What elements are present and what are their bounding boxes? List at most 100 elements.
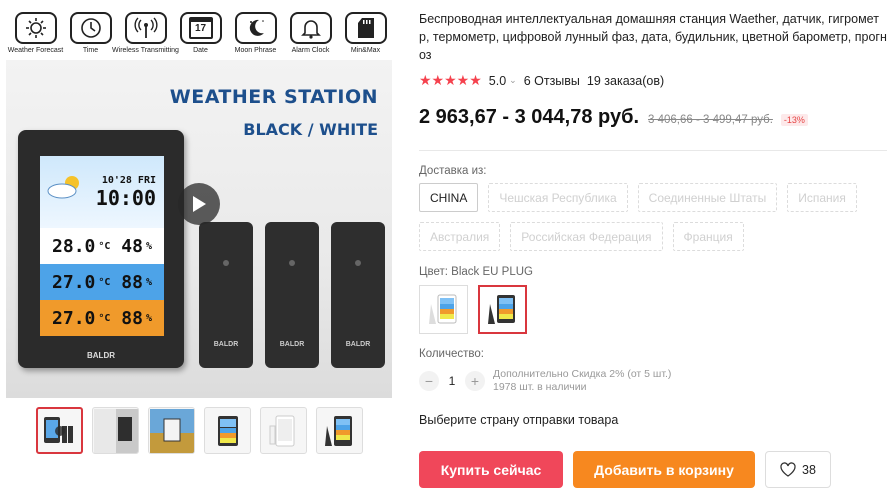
feature-weather-forecast: Weather Forecast bbox=[8, 12, 63, 54]
humidity-value: 48 bbox=[121, 235, 143, 257]
rating-stars: ★★★★★ bbox=[419, 72, 482, 88]
temp-value: 27.0 bbox=[52, 271, 96, 293]
add-to-cart-button[interactable]: Добавить в корзину bbox=[573, 451, 755, 488]
stock-count: 1978 шт. в наличии bbox=[493, 381, 587, 393]
increment-button[interactable]: + bbox=[465, 371, 485, 391]
screen-time: 10:00 bbox=[95, 185, 156, 210]
feature-label: Date bbox=[193, 47, 208, 54]
weather-station-console: 10'28 FRI 10:00 28.0 °C 48% 27.0 °C 88% 27… bbox=[18, 130, 184, 368]
video-play-button[interactable] bbox=[178, 183, 220, 225]
bell-icon bbox=[289, 12, 332, 44]
shipping-options: CHINA Чешская Республика Соединенные Шта… bbox=[419, 183, 887, 261]
current-price: 2 963,67 - 3 044,78 руб. bbox=[419, 106, 640, 128]
divider bbox=[419, 150, 887, 151]
orders-count: 19 заказа(ов) bbox=[586, 73, 665, 88]
sensor-led bbox=[223, 260, 229, 266]
main-product-image[interactable]: WEATHER STATION BLACK / WHITE 10'28 FRI … bbox=[6, 60, 392, 398]
temp-value: 27.0 bbox=[52, 307, 96, 329]
screen-row-1: 27.0 °C 88% bbox=[40, 264, 164, 300]
screen-row-2: 27.0 °C 88% bbox=[40, 300, 164, 336]
feature-label: Time bbox=[82, 47, 99, 54]
moon-icon bbox=[234, 12, 277, 44]
thumbnail-2[interactable] bbox=[92, 407, 139, 454]
color-swatch-white[interactable] bbox=[419, 285, 468, 334]
wishlist-count: 38 bbox=[802, 462, 816, 477]
screen-forecast-row: 10'28 FRI 10:00 bbox=[40, 156, 164, 228]
color-swatches bbox=[419, 285, 533, 334]
calendar-day: 17 bbox=[188, 17, 213, 39]
image-subheadline: BLACK / WHITE bbox=[243, 120, 378, 139]
quantity-info: Дополнительно Скидка 2% (от 5 шт.) 1978 … bbox=[493, 368, 671, 394]
thumbnail-strip bbox=[36, 407, 363, 454]
feature-time: Time bbox=[63, 12, 118, 54]
sensor-brand: BALDR bbox=[279, 341, 305, 348]
image-headline: WEATHER STATION bbox=[169, 86, 378, 108]
quantity-stepper: − 1 + Дополнительно Скидка 2% (от 5 шт.)… bbox=[419, 368, 671, 394]
temp-value: 28.0 bbox=[52, 235, 96, 257]
humidity-value: 88 bbox=[121, 307, 143, 329]
play-icon bbox=[193, 196, 206, 212]
buy-now-button[interactable]: Купить сейчас bbox=[419, 451, 563, 488]
ship-option-usa[interactable]: Соединенные Штаты bbox=[637, 183, 778, 212]
cloud-sun-icon bbox=[47, 176, 79, 199]
calendar-icon: 17 bbox=[179, 12, 222, 44]
chevron-down-icon[interactable]: ⌄ bbox=[509, 75, 517, 86]
product-title: Беспроводная интеллектуальная домашняя с… bbox=[419, 12, 887, 62]
screen-date: 10'28 FRI bbox=[101, 174, 156, 186]
decrement-button[interactable]: − bbox=[419, 371, 439, 391]
feature-label: Wireless Transmitting bbox=[112, 47, 179, 54]
color-label: Цвет: Black EU PLUG bbox=[419, 266, 533, 278]
clock-icon bbox=[69, 12, 112, 44]
sensor-led bbox=[355, 260, 361, 266]
product-info: Беспроводная интеллектуальная домашняя с… bbox=[419, 10, 887, 129]
thumbnail-3[interactable] bbox=[148, 407, 195, 454]
thumbnail-4[interactable] bbox=[204, 407, 251, 454]
sensor-brand: BALDR bbox=[213, 341, 239, 348]
color-swatch-black[interactable] bbox=[478, 285, 527, 334]
thumbnail-6[interactable] bbox=[316, 407, 363, 454]
ship-option-china[interactable]: CHINA bbox=[419, 183, 479, 212]
heart-icon bbox=[780, 462, 796, 477]
ship-option-australia[interactable]: Австралия bbox=[419, 222, 501, 251]
console-screen: 10'28 FRI 10:00 28.0 °C 48% 27.0 °C 88% 27… bbox=[40, 156, 164, 336]
antenna-icon bbox=[124, 12, 167, 44]
ship-option-france[interactable]: Франция bbox=[672, 222, 744, 251]
feature-moon-phase: Moon Phrase bbox=[228, 12, 283, 54]
quantity-label: Количество: bbox=[419, 348, 484, 360]
quantity-section: Количество: − 1 + Дополнительно Скидка 2… bbox=[419, 348, 671, 394]
feature-label: Min&Max bbox=[350, 47, 381, 54]
feature-icons: Weather Forecast Time Wireless Transmitt… bbox=[8, 12, 393, 54]
console-brand: BALDR bbox=[87, 351, 115, 360]
feature-min-max: Min&Max bbox=[338, 12, 393, 54]
rating-row: ★★★★★ 5.0 ⌄ 6 Отзывы 19 заказа(ов) bbox=[419, 72, 887, 89]
wishlist-button[interactable]: 38 bbox=[765, 451, 831, 488]
feature-label: Alarm Clock bbox=[291, 47, 330, 54]
shipping-from: Доставка из: CHINA Чешская Республика Со… bbox=[419, 165, 887, 261]
quantity-input[interactable]: 1 bbox=[439, 374, 465, 388]
thumbnail-1[interactable] bbox=[36, 407, 83, 454]
ship-option-czech[interactable]: Чешская Республика bbox=[488, 183, 628, 212]
sensor-unit: BALDR bbox=[331, 222, 385, 368]
sun-icon bbox=[14, 12, 57, 44]
rating-value[interactable]: 5.0 bbox=[489, 74, 506, 88]
feature-date: 17 Date bbox=[173, 12, 228, 54]
ship-option-spain[interactable]: Испания bbox=[787, 183, 857, 212]
ship-option-russia[interactable]: Российская Федерация bbox=[510, 222, 663, 251]
old-price: 3 406,66 - 3 499,47 руб. bbox=[648, 114, 773, 126]
reviews-link[interactable]: 6 Отзывы bbox=[524, 74, 580, 88]
action-buttons: Купить сейчас Добавить в корзину 38 bbox=[419, 451, 831, 488]
humidity-value: 88 bbox=[121, 271, 143, 293]
thumbnail-5[interactable] bbox=[260, 407, 307, 454]
product-page: Weather Forecast Time Wireless Transmitt… bbox=[0, 0, 890, 493]
bulk-discount-note: Дополнительно Скидка 2% (от 5 шт.) bbox=[493, 368, 672, 380]
sensor-led bbox=[289, 260, 295, 266]
feature-wireless: Wireless Transmitting bbox=[112, 12, 179, 54]
sensor-unit: BALDR bbox=[199, 222, 253, 368]
shipping-label: Доставка из: bbox=[419, 165, 487, 177]
price-row: 2 963,67 - 3 044,78 руб. 3 406,66 - 3 49… bbox=[419, 106, 887, 129]
sd-card-icon bbox=[344, 12, 387, 44]
color-selector: Цвет: Black EU PLUG bbox=[419, 266, 533, 334]
screen-row-0: 28.0 °C 48% bbox=[40, 228, 164, 264]
sensor-brand: BALDR bbox=[345, 341, 371, 348]
feature-label: Moon Phrase bbox=[234, 47, 277, 54]
